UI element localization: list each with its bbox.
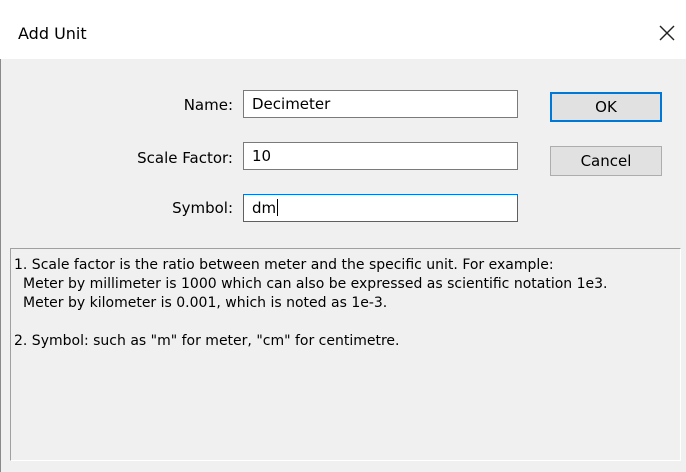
name-label: Name: — [183, 96, 233, 114]
text-caret — [277, 199, 279, 216]
scale-factor-input[interactable]: 10 — [243, 142, 518, 170]
cancel-button[interactable]: Cancel — [550, 146, 662, 176]
symbol-input[interactable]: dm — [243, 194, 518, 222]
dialog-title: Add Unit — [18, 24, 87, 43]
name-input[interactable]: Decimeter — [243, 90, 518, 118]
symbol-label: Symbol: — [172, 199, 233, 217]
help-line-3: Meter by kilometer is 0.001, which is no… — [23, 295, 388, 311]
title-bar[interactable]: Add Unit — [0, 0, 686, 59]
ok-button[interactable]: OK — [550, 92, 662, 122]
help-line-4: 2. Symbol: such as "m" for meter, "cm" f… — [14, 333, 400, 349]
scale-factor-label: Scale Factor: — [137, 149, 233, 167]
window-left-border — [0, 59, 1, 472]
close-icon — [659, 25, 675, 41]
symbol-input-value: dm — [252, 199, 277, 217]
help-line-2: Meter by millimeter is 1000 which can al… — [23, 276, 608, 292]
help-line-1: 1. Scale factor is the ratio between met… — [14, 257, 554, 273]
help-spacer — [14, 313, 676, 332]
help-text-box: 1. Scale factor is the ratio between met… — [10, 248, 681, 461]
close-button[interactable] — [654, 20, 680, 46]
